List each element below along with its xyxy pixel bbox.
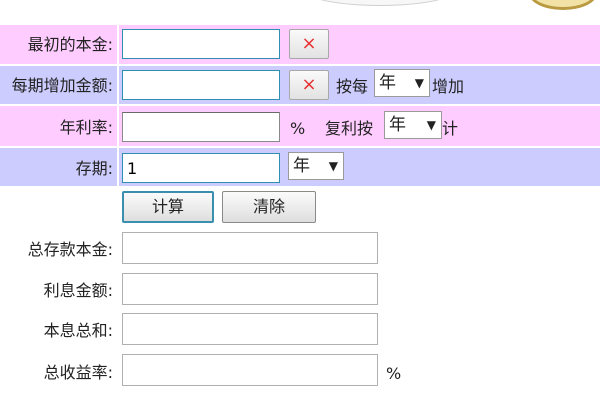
term-unit-select[interactable]: 年 ▼ [288, 152, 344, 180]
periodic-add-prefix: 按每 [336, 77, 369, 96]
periodic-add-input[interactable] [122, 70, 280, 100]
close-icon: × [301, 74, 317, 95]
total-sum-output[interactable] [122, 313, 378, 345]
total-yield-percent: % [386, 364, 402, 383]
row-periodic-add: 每期增加金额: × 按每 年 ▼ 增加 [0, 66, 600, 104]
total-principal-label: 总存款本金: [27, 240, 113, 259]
clear-periodic-add-button[interactable]: × [289, 70, 329, 100]
chevron-down-icon: ▼ [414, 76, 424, 90]
total-principal-output[interactable] [122, 232, 378, 264]
initial-principal-label: 最初的本金: [27, 35, 113, 54]
annual-rate-percent: % [290, 119, 306, 138]
compound-suffix: 计 [442, 119, 459, 138]
initial-principal-input[interactable] [122, 29, 280, 59]
total-yield-label: 总收益率: [43, 363, 113, 382]
compound-unit-value: 年 [389, 115, 406, 135]
calculate-button[interactable]: 计算 [122, 191, 214, 223]
interest-amount-output[interactable] [122, 273, 378, 305]
chevron-down-icon: ▼ [426, 118, 436, 132]
total-yield-output[interactable] [122, 354, 378, 386]
interest-amount-label: 利息金额: [43, 281, 113, 300]
compound-unit-select[interactable]: 年 ▼ [384, 111, 442, 139]
term-input[interactable] [122, 153, 280, 183]
periodic-add-unit-select[interactable]: 年 ▼ [374, 69, 430, 97]
row-annual-rate: 年利率: % 复利按 年 ▼ 计 [0, 106, 600, 146]
annual-rate-label: 年利率: [59, 118, 113, 137]
close-icon: × [301, 33, 317, 54]
chevron-down-icon: ▼ [328, 159, 338, 173]
periodic-add-suffix: 增加 [432, 77, 465, 96]
periodic-add-unit-value: 年 [379, 73, 396, 93]
term-label: 存期: [75, 159, 113, 178]
annual-rate-input[interactable] [122, 112, 280, 142]
periodic-add-label: 每期增加金额: [11, 76, 113, 95]
clear-initial-principal-button[interactable]: × [289, 29, 329, 59]
row-initial-principal: 最初的本金: × [0, 25, 600, 64]
total-sum-label: 本息总和: [43, 321, 113, 340]
row-term: 存期: 年 ▼ [0, 148, 600, 186]
top-decoration [300, 0, 460, 6]
term-unit-value: 年 [293, 156, 310, 176]
reset-button[interactable]: 清除 [222, 191, 316, 223]
compound-prefix: 复利按 [325, 119, 374, 138]
gold-coin-image [528, 0, 598, 10]
